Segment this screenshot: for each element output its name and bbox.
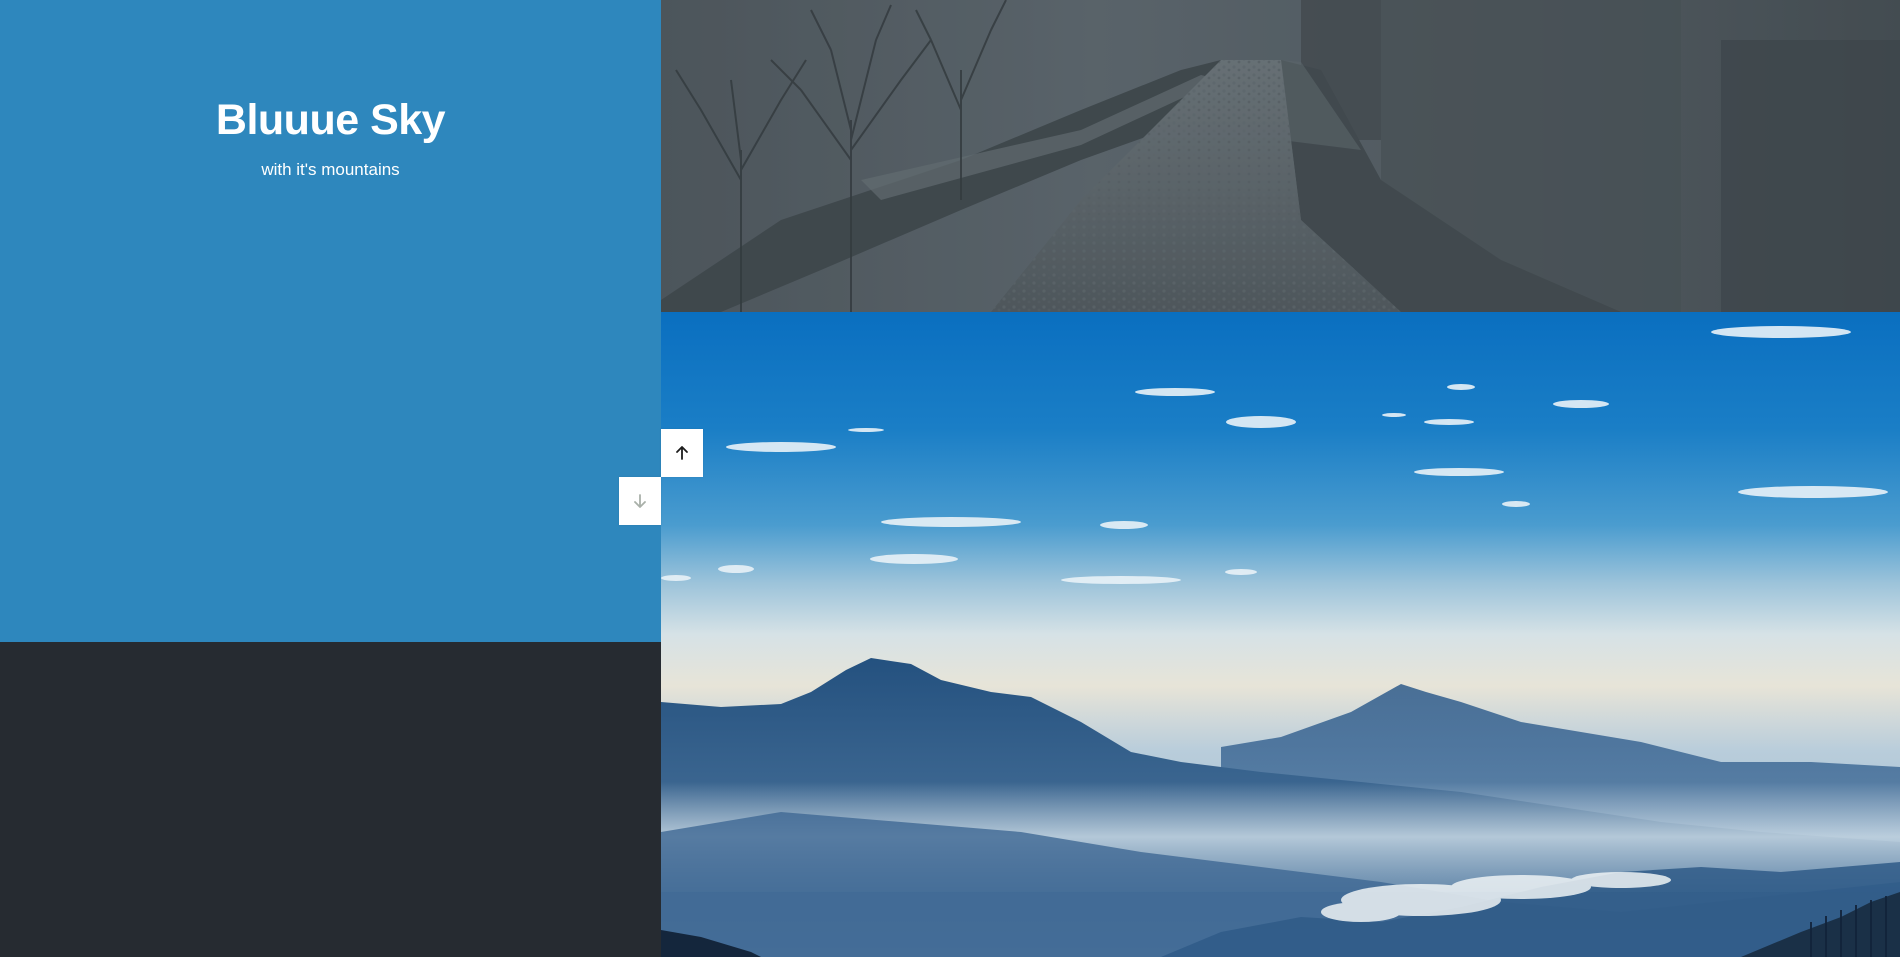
scroll-down-button[interactable]	[619, 477, 661, 525]
arrow-down-icon	[632, 493, 648, 509]
slide-text-panel: Bluuue Sky with it's mountains	[0, 0, 661, 642]
slide-subtitle: with it's mountains	[261, 160, 400, 179]
slide-title: Bluuue Sky	[215, 96, 446, 144]
arrow-up-icon	[674, 445, 690, 461]
slide-image-blue-sky-mountains	[661, 312, 1900, 957]
scroll-up-button[interactable]	[661, 429, 703, 477]
previous-slide-image	[661, 0, 1900, 312]
vertical-split-slider: Bluuue Sky with it's mountains	[0, 0, 1900, 957]
next-slide-text-panel	[0, 642, 661, 957]
